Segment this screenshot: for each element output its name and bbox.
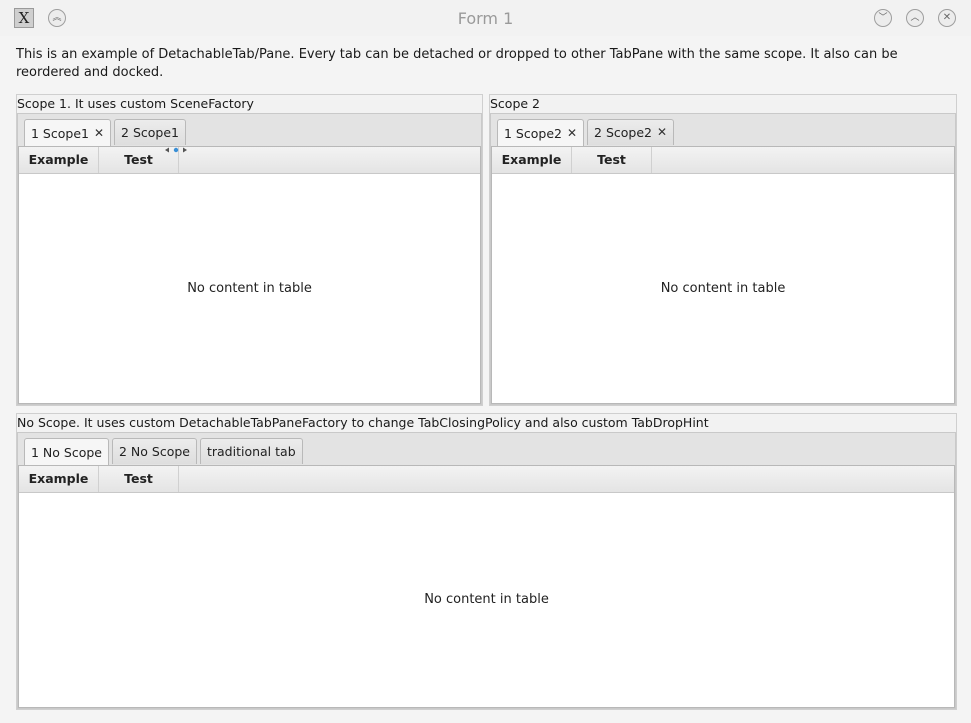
table-header: Example Test — [19, 466, 954, 493]
column-header-test[interactable]: Test — [572, 147, 652, 173]
tab-label: 2 Scope1 — [121, 125, 179, 140]
tab-label: 1 Scope2 — [504, 125, 562, 141]
tab-traditional[interactable]: traditional tab — [199, 438, 303, 464]
scope2-table[interactable]: Example Test No content in table — [491, 146, 955, 404]
column-header-example[interactable]: Example — [19, 466, 99, 492]
tab-1-noscope[interactable]: 1 No Scope — [24, 438, 109, 465]
minimize-button[interactable]: ﹀ — [874, 9, 892, 27]
scope2-tab-bar: 1 Scope2 ✕ 2 Scope2 ✕ — [497, 119, 675, 146]
close-icon[interactable]: ✕ — [657, 120, 667, 145]
scope1-table[interactable]: Example Test No content in table — [18, 146, 481, 404]
table-header: Example Test — [492, 147, 954, 174]
column-header-example[interactable]: Example — [492, 147, 572, 173]
scope1-tabpane: 1 Scope1 ✕ 2 Scope1 Example Test No cont… — [17, 113, 482, 405]
tab-1-scope1[interactable]: 1 Scope1 ✕ — [24, 119, 112, 146]
tab-drop-hint-icon — [165, 147, 187, 153]
tab-label: traditional tab — [206, 444, 296, 459]
tab-2-scope1[interactable]: 2 Scope1 — [114, 119, 186, 145]
table-header: Example Test — [19, 147, 480, 174]
intro-text: This is an example of DetachableTab/Pane… — [16, 47, 898, 80]
tab-label: 2 No Scope — [118, 444, 190, 459]
tab-2-scope2[interactable]: 2 Scope2 ✕ — [587, 119, 675, 145]
empty-table-placeholder: No content in table — [187, 280, 312, 296]
window-titlebar: X ︽ Form 1 ﹀ ︿ ✕ — [0, 0, 971, 36]
tab-label: 2 Scope2 — [594, 125, 652, 140]
tab-label: 1 Scope1 — [31, 125, 89, 141]
scope2-titled-pane: Scope 2 1 Scope2 ✕ 2 Scope2 ✕ Example Te… — [489, 94, 957, 406]
close-window-button[interactable]: ✕ — [938, 9, 956, 27]
tab-label: 1 No Scope — [31, 444, 102, 460]
scope1-tab-bar: 1 Scope1 ✕ 2 Scope1 — [24, 119, 186, 146]
close-icon[interactable]: ✕ — [567, 121, 577, 146]
tab-1-scope2[interactable]: 1 Scope2 ✕ — [497, 119, 585, 146]
column-header-example[interactable]: Example — [19, 147, 99, 173]
noscope-titled-pane: No Scope. It uses custom DetachableTabPa… — [16, 413, 957, 710]
scope1-title: Scope 1. It uses custom SceneFactory — [17, 96, 254, 111]
noscope-table[interactable]: Example Test No content in table — [18, 465, 955, 708]
close-icon[interactable]: ✕ — [94, 121, 104, 146]
empty-table-placeholder: No content in table — [424, 592, 549, 607]
scope1-titled-pane: Scope 1. It uses custom SceneFactory 1 S… — [16, 94, 483, 406]
noscope-tab-bar: 1 No Scope 2 No Scope traditional tab — [24, 438, 303, 465]
window-title: Form 1 — [457, 9, 514, 28]
empty-table-placeholder: No content in table — [660, 280, 786, 296]
noscope-title: No Scope. It uses custom DetachableTabPa… — [17, 415, 709, 430]
tab-2-noscope[interactable]: 2 No Scope — [111, 438, 197, 464]
scope2-title: Scope 2 — [490, 96, 541, 111]
scope2-tabpane: 1 Scope2 ✕ 2 Scope2 ✕ Example Test No co… — [490, 113, 956, 405]
maximize-button[interactable]: ︿ — [906, 9, 924, 27]
column-header-test[interactable]: Test — [99, 466, 179, 492]
noscope-tabpane: 1 No Scope 2 No Scope traditional tab Ex… — [17, 432, 956, 709]
